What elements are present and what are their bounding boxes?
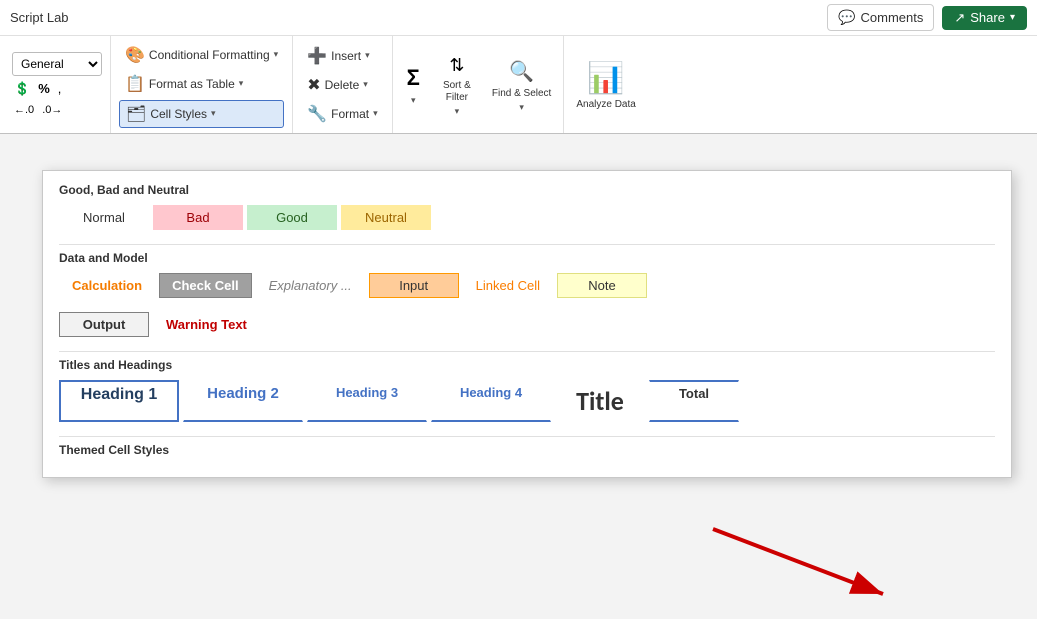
format-as-table-arrow: ▾ xyxy=(239,78,244,89)
dm-styles-grid: Calculation Check Cell Explanatory ... I… xyxy=(59,273,995,298)
style-heading2[interactable]: Heading 2 xyxy=(183,380,303,422)
style-neutral[interactable]: Neutral xyxy=(341,205,431,230)
comment-icon: 💬 xyxy=(838,9,855,26)
editing-group: Σ ▾ ⇅ Sort &Filter ▾ 🔍 Find & Select ▾ xyxy=(393,36,565,133)
sort-filter-button[interactable]: ⇅ xyxy=(447,53,466,78)
sum-group: Σ ▾ xyxy=(405,63,422,106)
divider-2 xyxy=(59,351,995,352)
conditional-formatting-button[interactable]: 🎨 Conditional Formatting ▾ xyxy=(119,42,284,68)
insert-label: Insert xyxy=(331,49,361,63)
style-linked-cell[interactable]: Linked Cell xyxy=(463,273,553,298)
analyze-data-button[interactable]: 📊 xyxy=(585,59,626,98)
app-name: Script Lab xyxy=(10,10,69,25)
insert-button[interactable]: ➕ Insert ▾ xyxy=(301,43,383,69)
style-heading4[interactable]: Heading 4 xyxy=(431,380,551,422)
format-as-table-label: Format as Table xyxy=(149,77,235,91)
gbn-styles-grid: Normal Bad Good Neutral xyxy=(59,205,995,230)
format-as-table-button[interactable]: 📋 Format as Table ▾ xyxy=(119,71,284,97)
analyze-data-label: Analyze Data xyxy=(576,98,635,111)
number-format-row3: ←.0 .0→ xyxy=(12,102,102,118)
number-format-select[interactable]: General xyxy=(12,52,102,76)
cells-group: ➕ Insert ▾ ✖ Delete ▾ 🔧 Format ▾ xyxy=(293,36,392,133)
gbn-section-title: Good, Bad and Neutral xyxy=(59,183,995,197)
dm-section-title: Data and Model xyxy=(59,251,995,265)
currency-icon-button[interactable]: 💲 xyxy=(12,79,32,99)
style-title[interactable]: Title xyxy=(555,380,645,422)
th-styles-grid: Heading 1 Heading 2 Heading 3 Heading 4 … xyxy=(59,380,995,422)
delete-arrow: ▾ xyxy=(363,79,368,90)
conditional-formatting-arrow: ▾ xyxy=(274,49,279,60)
share-label: Share xyxy=(970,10,1005,25)
comments-button[interactable]: 💬 Comments xyxy=(827,4,934,31)
find-select-button[interactable]: 🔍 xyxy=(507,57,536,86)
cell-styles-button[interactable]: 🗂 Cell Styles ▾ xyxy=(119,100,284,128)
share-button[interactable]: ↗ Share ▾ xyxy=(942,6,1027,30)
cell-styles-label: Cell Styles xyxy=(150,107,207,121)
find-select-arrow: ▾ xyxy=(519,102,524,113)
title-bar: Script Lab 💬 Comments ↗ Share ▾ xyxy=(0,0,1037,36)
style-explanatory[interactable]: Explanatory ... xyxy=(256,273,365,298)
style-good[interactable]: Good xyxy=(247,205,337,230)
number-format-row2: 💲 % , xyxy=(12,79,102,99)
conditional-formatting-label: Conditional Formatting xyxy=(149,48,270,62)
style-check-cell[interactable]: Check Cell xyxy=(159,273,251,298)
share-dropdown-arrow: ▾ xyxy=(1010,12,1015,23)
comma-button[interactable]: , xyxy=(56,79,64,98)
format-button[interactable]: 🔧 Format ▾ xyxy=(301,101,383,127)
find-select-group: 🔍 Find & Select ▾ xyxy=(492,57,551,113)
cell-styles-arrow: ▾ xyxy=(211,108,216,119)
sort-filter-label: Sort &Filter xyxy=(443,80,471,104)
style-calculation[interactable]: Calculation xyxy=(59,273,155,298)
style-normal[interactable]: Normal xyxy=(59,205,149,230)
delete-icon: ✖ xyxy=(307,75,320,95)
styles-group: 🎨 Conditional Formatting ▾ 📋 Format as T… xyxy=(111,36,293,133)
format-as-table-icon: 📋 xyxy=(125,74,145,94)
style-input[interactable]: Input xyxy=(369,273,459,298)
format-icon: 🔧 xyxy=(307,104,327,124)
insert-icon: ➕ xyxy=(307,46,327,66)
style-heading3[interactable]: Heading 3 xyxy=(307,380,427,422)
percent-button[interactable]: % xyxy=(36,79,52,98)
ribbon: General 💲 % , ←.0 .0→ 🎨 Conditional Form… xyxy=(0,36,1037,134)
find-select-label: Find & Select xyxy=(492,88,551,100)
style-bad[interactable]: Bad xyxy=(153,205,243,230)
increase-decimal-button[interactable]: .0→ xyxy=(40,102,64,118)
insert-arrow: ▾ xyxy=(365,50,370,61)
dm-styles-grid2: Output Warning Text xyxy=(59,312,995,337)
page-wrapper: Script Lab 💬 Comments ↗ Share ▾ General … xyxy=(0,0,1037,573)
title-bar-left: Script Lab xyxy=(10,10,69,25)
sum-button[interactable]: Σ xyxy=(405,63,422,93)
sum-arrow: ▾ xyxy=(411,95,416,106)
divider-3 xyxy=(59,436,995,437)
decrease-decimal-button[interactable]: ←.0 xyxy=(12,102,36,118)
comments-label: Comments xyxy=(861,10,924,25)
style-note[interactable]: Note xyxy=(557,273,647,298)
format-label: Format xyxy=(331,107,369,121)
delete-label: Delete xyxy=(325,78,360,92)
conditional-formatting-icon: 🎨 xyxy=(125,45,145,65)
th-section-title: Titles and Headings xyxy=(59,358,995,372)
delete-button[interactable]: ✖ Delete ▾ xyxy=(301,72,383,98)
divider-1 xyxy=(59,244,995,245)
style-warning-text[interactable]: Warning Text xyxy=(153,312,260,337)
number-group: General 💲 % , ←.0 .0→ xyxy=(4,36,111,133)
cell-styles-popup: Good, Bad and Neutral Normal Bad Good Ne… xyxy=(42,170,1012,478)
style-total[interactable]: Total xyxy=(649,380,739,422)
arrow-annotation xyxy=(683,519,943,619)
style-output[interactable]: Output xyxy=(59,312,149,337)
cell-styles-icon: 🗂 xyxy=(126,104,146,124)
analyze-data-group: 📊 Analyze Data xyxy=(564,36,647,133)
themed-section-title: Themed Cell Styles xyxy=(59,443,995,457)
style-heading1[interactable]: Heading 1 xyxy=(59,380,179,422)
title-bar-right: 💬 Comments ↗ Share ▾ xyxy=(827,4,1027,31)
sort-filter-arrow: ▾ xyxy=(455,106,460,117)
share-icon: ↗ xyxy=(954,10,965,26)
format-arrow: ▾ xyxy=(373,108,378,119)
sort-filter-group: ⇅ Sort &Filter ▾ xyxy=(432,53,482,117)
